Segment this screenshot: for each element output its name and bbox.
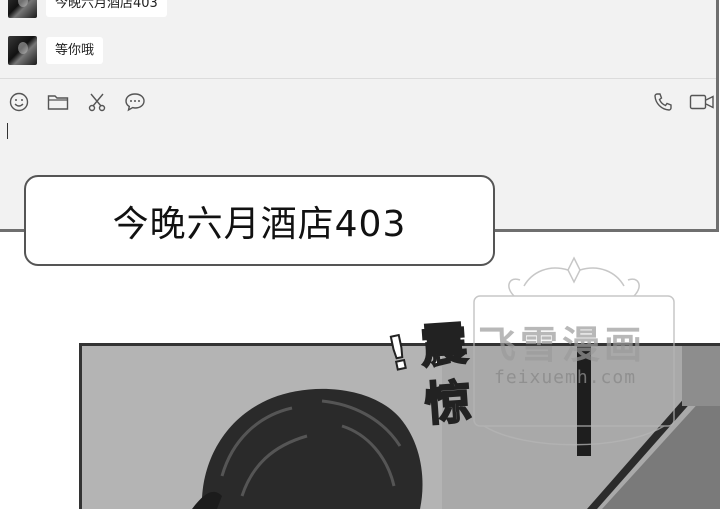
message-bubble[interactable]: 等你哦 xyxy=(46,37,104,64)
chat-bubble-icon[interactable] xyxy=(124,91,146,113)
avatar[interactable] xyxy=(8,36,37,65)
speech-bubble: 今晚六月酒店403 xyxy=(24,175,495,266)
scissors-icon[interactable] xyxy=(86,91,108,113)
phone-icon[interactable] xyxy=(652,91,674,113)
chat-message-row: 今晚六月酒店403 xyxy=(8,0,167,18)
folder-icon[interactable] xyxy=(47,91,69,113)
message-bubble[interactable]: 今晚六月酒店403 xyxy=(46,0,167,17)
video-icon[interactable] xyxy=(689,91,715,113)
chat-message-row: 等你哦 xyxy=(8,36,104,65)
input-divider xyxy=(0,78,716,79)
watermark-url: feixuemh.com xyxy=(494,367,637,388)
sfx-text: 震惊 xyxy=(418,316,474,433)
emoji-icon[interactable] xyxy=(8,91,30,113)
avatar[interactable] xyxy=(8,0,37,18)
watermark-name: 飞雪漫画 xyxy=(478,323,647,367)
